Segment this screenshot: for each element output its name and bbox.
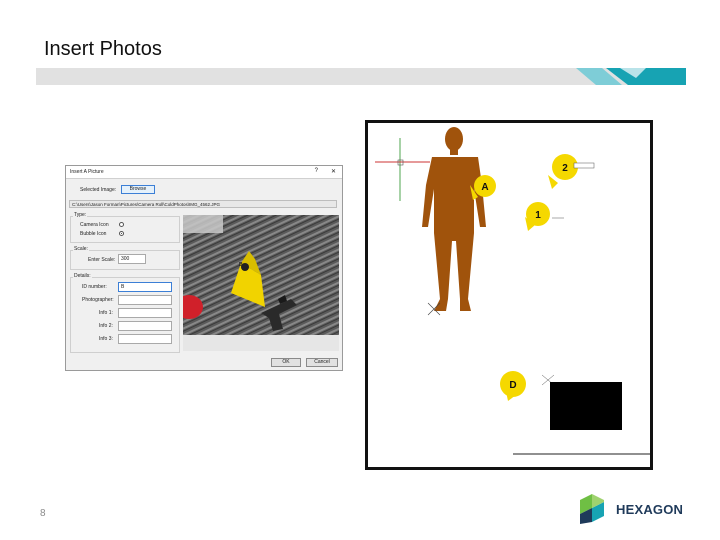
image-path-field[interactable]: C:\Users\Jason Forman\Pictures\Camera Ro… (69, 200, 337, 208)
scale-label: Enter Scale: (88, 257, 116, 263)
brand-name: HEXAGON (616, 502, 684, 517)
field-label-info1: Info 1: (99, 310, 113, 316)
dialog-title: Insert A Picture (70, 169, 104, 175)
field-label-photographer: Photographer: (82, 297, 114, 303)
title-band-accent (576, 68, 686, 85)
details-group-label: Details: (73, 273, 92, 279)
title-band (36, 68, 686, 85)
marker-label: 1 (535, 210, 541, 221)
black-object (550, 382, 622, 430)
close-icon[interactable]: ✕ (331, 168, 336, 175)
type-option-label: Camera Icon (80, 222, 109, 228)
scale-input[interactable]: 300 (118, 254, 146, 264)
field-label-info3: Info 3: (99, 336, 113, 342)
evidence-marker-2: 2 (548, 154, 595, 189)
id-number-input[interactable]: B (118, 282, 172, 292)
scene-drawing: A 2 1 D (375, 127, 650, 455)
marker-label: A (481, 182, 488, 193)
crosshair-icon (375, 138, 430, 201)
field-label-id: ID number: (82, 284, 107, 290)
slide-title: Insert Photos (44, 38, 162, 60)
page-number: 8 (40, 508, 46, 519)
info1-input[interactable] (118, 308, 172, 318)
photo-preview (183, 215, 339, 351)
photographer-input[interactable] (118, 295, 172, 305)
human-figure (422, 127, 486, 311)
marker-label: D (509, 380, 516, 391)
selected-image-label: Selected Image: (80, 187, 117, 193)
scale-group-label: Scale: (73, 246, 89, 252)
cancel-button[interactable]: Cancel (306, 358, 338, 367)
insert-picture-dialog: Insert A Picture ? ✕ Selected Image: Bro… (65, 165, 343, 371)
info3-input[interactable] (118, 334, 172, 344)
evidence-marker-1: 1 (525, 202, 564, 231)
type-group (70, 216, 180, 243)
preview-tag: B (239, 262, 243, 268)
marker-label: 2 (562, 163, 568, 174)
type-option-label: Bubble Icon (80, 231, 107, 237)
evidence-marker-d: D (500, 371, 555, 401)
field-label-info2: Info 2: (99, 323, 113, 329)
bubble-icon-radio[interactable] (119, 231, 124, 236)
ok-button[interactable]: OK (271, 358, 301, 367)
scene-diagram: A 2 1 D (365, 120, 653, 470)
info2-input[interactable] (118, 321, 172, 331)
browse-button[interactable]: Browse (121, 185, 155, 194)
help-icon[interactable]: ? (315, 168, 318, 174)
camera-icon-radio[interactable] (119, 222, 124, 227)
type-group-label: Type: (73, 212, 88, 218)
dialog-titlebar: Insert A Picture ? ✕ (66, 166, 342, 179)
